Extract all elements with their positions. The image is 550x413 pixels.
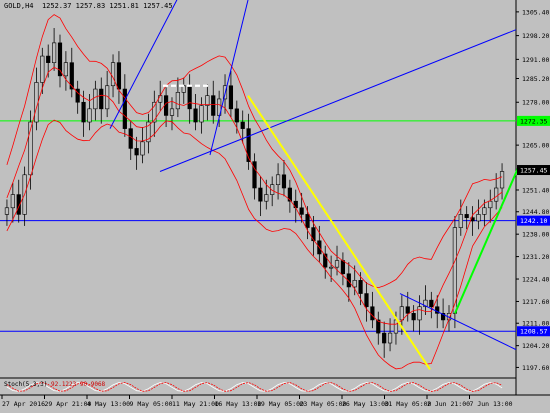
- candle-body: [228, 85, 234, 110]
- price-tag-label: 1257.45: [520, 167, 547, 175]
- candle-body: [311, 227, 316, 242]
- price-tick-label: 1204.20: [522, 342, 549, 350]
- candle-body: [370, 306, 375, 321]
- symbol-title: GOLD,H4 1252.37 1257.83 1251.81 1257.45: [4, 2, 173, 10]
- candle-body: [364, 293, 369, 308]
- price-tick-label: 1244.80: [522, 208, 549, 216]
- time-tick-label: 23 May 05:00: [300, 400, 347, 408]
- candle-body: [258, 187, 263, 202]
- time-tick-label: 9 May 05:00: [130, 400, 173, 408]
- candle-body: [152, 101, 157, 123]
- candle-body: [352, 280, 357, 288]
- candle-body: [417, 306, 422, 321]
- candle-body: [4, 207, 10, 215]
- price-tick-label: 1251.40: [522, 186, 549, 194]
- candle-body: [393, 319, 399, 334]
- candle-body: [240, 121, 245, 129]
- time-tick-label: 2 Jun 21:00: [427, 400, 470, 408]
- price-tag-label: 1208.57: [520, 328, 547, 336]
- price-tick-label: 1238.00: [522, 231, 549, 239]
- candle-body: [281, 174, 287, 189]
- candle-body: [87, 108, 92, 123]
- trading-chart[interactable]: 1305.40 1298.20 1291.00 1285.20 1278.00 1265.…: [0, 0, 550, 413]
- price-tick-label: 1197.60: [522, 364, 549, 372]
- candle-body: [340, 260, 346, 275]
- candle-body: [46, 55, 51, 63]
- oscillator-name: Stoch(5,3,3): [4, 381, 48, 388]
- price-tag-label: 1242.10: [520, 217, 547, 225]
- candle-body: [187, 85, 192, 110]
- price-tick-label: 1305.40: [522, 8, 549, 16]
- candle-body: [275, 174, 281, 186]
- price-tick-label: 1291.00: [522, 56, 549, 64]
- candle-body: [494, 187, 499, 202]
- candle-body: [122, 88, 127, 129]
- chart-background: [0, 0, 550, 413]
- time-tick-label: 4 May 13:00: [87, 400, 130, 408]
- candle-body: [234, 108, 239, 123]
- candle-body: [158, 95, 163, 103]
- time-tick-label: 27 Apr 2016: [2, 400, 45, 408]
- candle-body: [140, 141, 145, 156]
- candle-body: [299, 207, 304, 215]
- time-tick-label: 7 Jun 13:00: [470, 400, 513, 408]
- price-tick-label: 1231.20: [522, 253, 549, 261]
- ohlc-values: 1252.37 1257.83 1251.81 1257.45: [41, 2, 173, 10]
- candle-body: [81, 101, 86, 123]
- candle-body: [334, 260, 340, 268]
- time-tick-label: 19 May 05:00: [257, 400, 304, 408]
- price-tick-label: 1224.40: [522, 276, 549, 284]
- candle-body: [411, 313, 416, 321]
- time-tick-label: 16 May 13:00: [215, 400, 262, 408]
- candle-body: [193, 108, 198, 123]
- candle-body: [63, 62, 68, 77]
- candle-body: [40, 55, 45, 83]
- candle-body: [175, 92, 180, 110]
- candle-body: [382, 332, 387, 344]
- candle-body: [169, 108, 175, 116]
- candle-body: [116, 62, 122, 90]
- candle-body: [128, 128, 133, 149]
- candle-body: [387, 332, 393, 344]
- candle-body: [246, 128, 251, 162]
- candle-body: [264, 194, 269, 202]
- candle-body: [482, 207, 487, 215]
- time-tick-label: 31 May 05:00: [385, 400, 432, 408]
- price-tick-label: 1217.60: [522, 298, 549, 306]
- candle-body: [399, 306, 404, 321]
- candle-body: [293, 200, 298, 209]
- candle-body: [10, 194, 15, 209]
- oscillator-values: 92.1223 90.9068: [50, 381, 106, 388]
- candle-body: [99, 88, 104, 110]
- price-tick-label: 1278.00: [522, 99, 549, 107]
- candle-body: [93, 88, 98, 110]
- candle-body: [329, 266, 334, 269]
- time-tick-label: 11 May 21:00: [172, 400, 219, 408]
- candle-body: [429, 299, 434, 308]
- candle-body: [358, 280, 363, 294]
- candle-body: [464, 214, 469, 218]
- candle-body: [110, 62, 116, 87]
- price-tick-label: 1298.20: [522, 32, 549, 40]
- candle-body: [499, 171, 505, 189]
- price-chart-canvas[interactable]: 1305.40 1298.20 1291.00 1285.20 1278.00 1265.…: [0, 0, 550, 413]
- candle-body: [488, 200, 493, 209]
- candle-body: [476, 214, 481, 222]
- price-tick-label: 1265.00: [522, 142, 549, 150]
- price-tick-label: 1285.20: [522, 75, 549, 83]
- symbol-name: GOLD,H4: [4, 2, 34, 10]
- candle-body: [458, 214, 463, 228]
- price-tag-label: 1272.35: [520, 117, 547, 125]
- candle-body: [199, 105, 204, 123]
- candle-body: [51, 42, 57, 63]
- time-tick-label: 26 May 13:00: [342, 400, 389, 408]
- candle-body: [405, 306, 410, 314]
- candle-body: [211, 95, 216, 116]
- candle-body: [205, 95, 210, 106]
- candle-body: [305, 214, 310, 228]
- oscillator-title: Stoch(5,3,3) 92.1223 90.9068: [4, 381, 105, 388]
- time-tick-label: 29 Apr 21:00: [45, 400, 92, 408]
- candle-body: [134, 148, 139, 156]
